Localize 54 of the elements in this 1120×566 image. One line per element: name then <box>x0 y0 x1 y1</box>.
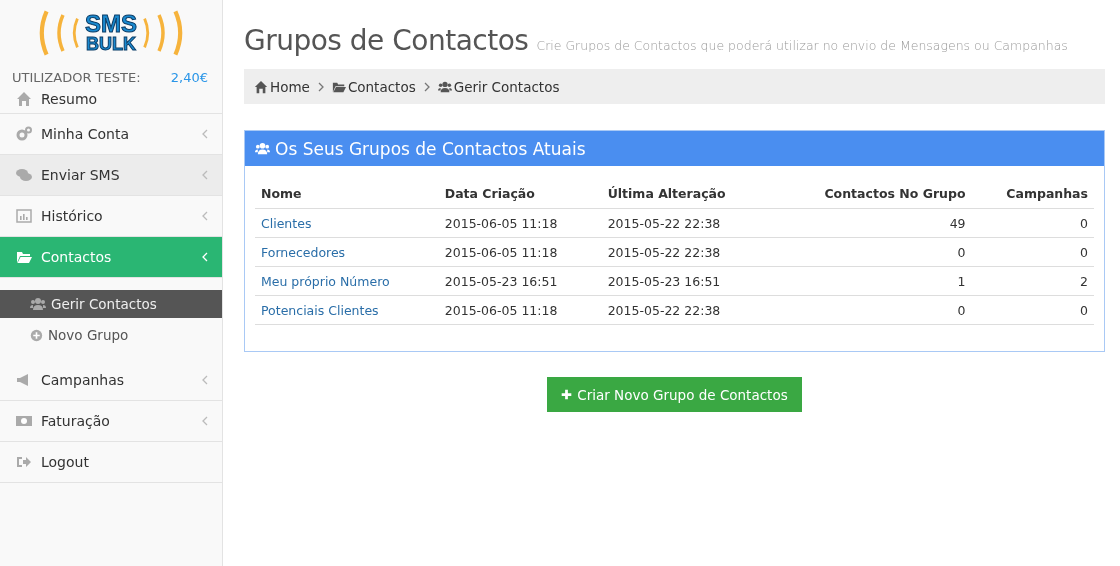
banknote-icon <box>16 413 32 429</box>
sidebar-item[interactable]: Enviar SMS <box>0 155 222 196</box>
group-link[interactable]: Fornecedores <box>261 244 346 260</box>
page-subtitle: Crie Grupos de Contactos que poderá utilizar no envio de Mensagens ou Campanhas <box>536 38 1068 53</box>
table-cell: 2015-05-23 16:51 <box>444 273 558 289</box>
column-header: Nome <box>255 178 439 209</box>
sidebar-item[interactable]: Campanhas <box>0 360 222 401</box>
sidebar-item[interactable]: Logout <box>0 442 222 483</box>
bar-chart-icon <box>16 208 32 224</box>
group-link[interactable]: Meu próprio Número <box>261 273 390 289</box>
plus-icon <box>561 389 573 400</box>
column-header: Contactos No Grupo <box>771 178 972 209</box>
column-header: Última Alteração <box>601 178 772 209</box>
chevron-right-icon <box>317 81 324 92</box>
group-link[interactable]: Clientes <box>261 215 312 231</box>
table-cell: 0 <box>1080 302 1088 318</box>
submenu-item[interactable]: Gerir Contactos <box>0 290 222 318</box>
column-header: Campanhas <box>971 178 1094 209</box>
table-cell: 2015-05-23 16:51 <box>607 273 721 289</box>
table-cell: 1 <box>957 273 966 289</box>
submenu-item[interactable]: Novo Grupo <box>0 321 222 349</box>
sidebar-item[interactable]: Resumo <box>0 85 222 114</box>
balance: 2,40€ <box>170 70 208 85</box>
users-icon <box>437 79 452 94</box>
home-icon <box>16 91 32 107</box>
table-cell: 0 <box>957 302 966 318</box>
user-label: UTILIZADOR TESTE: <box>12 70 141 85</box>
table-cell: 2015-06-05 11:18 <box>444 302 558 318</box>
column-header: Data Criação <box>438 178 602 209</box>
page-title: Grupos de Contactos <box>244 24 529 57</box>
users-icon <box>30 296 46 312</box>
panel-title: Os Seus Grupos de Contactos Atuais <box>275 138 586 159</box>
chevron-right-icon <box>423 81 430 92</box>
table-cell: 2015-05-22 22:38 <box>607 244 721 260</box>
plus-circle-icon <box>30 328 43 342</box>
table-cell: 2015-05-22 22:38 <box>607 302 721 318</box>
exit-icon <box>16 454 32 470</box>
table-cell: 0 <box>1080 244 1088 260</box>
table-cell: 2015-06-05 11:18 <box>444 215 558 231</box>
table-cell: 2 <box>1080 273 1088 289</box>
users-icon <box>255 141 270 156</box>
table-cell: 0 <box>957 244 966 260</box>
breadcrumb-link[interactable]: Gerir Contactos <box>453 78 560 95</box>
table-cell: 49 <box>949 215 966 231</box>
logo: SMS BULK <box>0 0 222 64</box>
table-cell: 2015-06-05 11:18 <box>444 244 558 260</box>
sidebar-item[interactable]: Faturação <box>0 401 222 442</box>
breadcrumb-link[interactable]: Home <box>270 78 310 95</box>
table-cell: 2015-05-22 22:38 <box>607 215 721 231</box>
folder-icon <box>16 249 32 265</box>
breadcrumb-link[interactable]: Contactos <box>347 78 416 95</box>
group-link[interactable]: Potenciais Clientes <box>261 302 379 318</box>
home-icon <box>254 79 268 94</box>
table-cell: 0 <box>1080 215 1088 231</box>
